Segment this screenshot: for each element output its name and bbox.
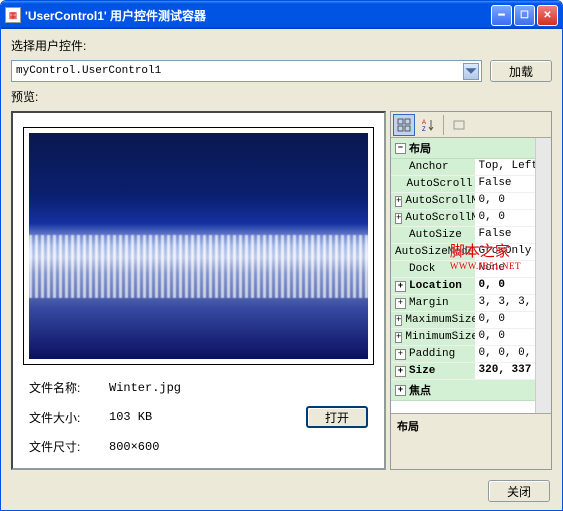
property-row[interactable]: +Size320, 337	[391, 363, 535, 380]
property-name: Dock	[391, 261, 475, 277]
collapse-icon[interactable]: −	[395, 143, 406, 154]
property-name: +MinimumSize	[391, 329, 475, 345]
window-buttons: ━ ☐ ✕	[491, 5, 558, 26]
control-combobox[interactable]: myControl.UserControl1	[11, 60, 482, 82]
category-label: 布局	[409, 140, 431, 156]
image-container	[23, 127, 374, 365]
property-row[interactable]: +Padding0, 0, 0, 0	[391, 346, 535, 363]
expand-icon[interactable]: +	[395, 385, 406, 396]
file-size-value: 103 KB	[109, 410, 306, 424]
minimize-button[interactable]: ━	[491, 5, 512, 26]
file-name-value: Winter.jpg	[109, 381, 306, 395]
property-category[interactable]: +焦点	[391, 380, 535, 401]
property-row[interactable]: AutoScrollFalse	[391, 176, 535, 193]
window-title: 'UserControl1' 用户控件测试容器	[25, 7, 491, 24]
property-row[interactable]: AutoSizeFalse	[391, 227, 535, 244]
file-name-label: 文件名称:	[29, 379, 109, 396]
category-label: 焦点	[409, 382, 431, 398]
load-button[interactable]: 加载	[490, 60, 552, 82]
preview-label: 预览:	[11, 88, 552, 105]
property-value[interactable]: 0, 0	[475, 210, 535, 226]
property-value[interactable]: 0, 0	[475, 278, 535, 294]
file-info-grid: 文件名称: Winter.jpg 文件大小: 103 KB 打开 文件尺寸: 8…	[23, 379, 374, 455]
property-name: Anchor	[391, 159, 475, 175]
property-grid-panel: AZ 脚本之家 WWW.JB51.NET −布局AnchorTop, LeftA…	[390, 111, 552, 470]
expand-icon[interactable]: +	[395, 366, 406, 377]
file-size-label: 文件大小:	[29, 409, 109, 426]
svg-text:A: A	[422, 120, 426, 126]
property-value[interactable]: None	[475, 261, 535, 277]
control-select-row: myControl.UserControl1 加载	[11, 60, 552, 82]
property-value[interactable]: 0, 0	[475, 312, 535, 328]
property-value[interactable]: False	[475, 227, 535, 243]
property-name: +Margin	[391, 295, 475, 311]
toolbar-separator	[443, 115, 444, 135]
alphabetical-button[interactable]: AZ	[417, 114, 439, 136]
property-name: +AutoScrollMinSize	[391, 210, 475, 226]
property-name: +Padding	[391, 346, 475, 362]
property-name: AutoSizeMode	[391, 244, 475, 260]
property-description: 布局	[391, 413, 551, 469]
preview-panel: 文件名称: Winter.jpg 文件大小: 103 KB 打开 文件尺寸: 8…	[11, 111, 386, 470]
categorized-icon	[397, 118, 411, 132]
property-name: AutoSize	[391, 227, 475, 243]
main-window: ▦ 'UserControl1' 用户控件测试容器 ━ ☐ ✕ 选择用户控件: …	[0, 0, 563, 511]
open-button[interactable]: 打开	[306, 406, 368, 428]
vertical-scrollbar[interactable]	[535, 138, 551, 413]
chevron-down-icon	[464, 64, 478, 78]
expand-icon[interactable]: +	[395, 332, 402, 343]
combobox-value: myControl.UserControl1	[16, 65, 463, 77]
titlebar[interactable]: ▦ 'UserControl1' 用户控件测试容器 ━ ☐ ✕	[1, 1, 562, 29]
property-grid[interactable]: 脚本之家 WWW.JB51.NET −布局AnchorTop, LeftAuto…	[391, 138, 535, 413]
combobox-dropdown-button[interactable]	[463, 63, 479, 80]
sort-az-icon: AZ	[421, 118, 435, 132]
expand-icon[interactable]: +	[395, 281, 406, 292]
property-name: AutoScroll	[391, 176, 475, 192]
property-value[interactable]: Top, Left	[475, 159, 535, 175]
maximize-button[interactable]: ☐	[514, 5, 535, 26]
property-row[interactable]: +Location0, 0	[391, 278, 535, 295]
property-value[interactable]: 0, 0	[475, 193, 535, 209]
expand-icon[interactable]: +	[395, 196, 402, 207]
property-row[interactable]: AutoSizeModeGrowOnly	[391, 244, 535, 261]
expand-icon[interactable]: +	[395, 315, 402, 326]
close-button[interactable]: 关闭	[488, 480, 550, 502]
file-dim-value: 800×600	[109, 440, 306, 454]
property-value[interactable]: 320, 337	[475, 363, 535, 379]
svg-text:Z: Z	[422, 127, 426, 132]
property-row[interactable]: +Margin3, 3, 3, 3	[391, 295, 535, 312]
property-value[interactable]: 0, 0	[475, 329, 535, 345]
property-name: +AutoScrollMargin	[391, 193, 475, 209]
bottom-bar: 关闭	[11, 476, 552, 502]
description-title: 布局	[397, 421, 419, 433]
close-window-button[interactable]: ✕	[537, 5, 558, 26]
main-split: 文件名称: Winter.jpg 文件大小: 103 KB 打开 文件尺寸: 8…	[11, 111, 552, 470]
property-name: +Location	[391, 278, 475, 294]
categorized-button[interactable]	[393, 114, 415, 136]
property-row[interactable]: +AutoScrollMinSize0, 0	[391, 210, 535, 227]
property-value[interactable]: 3, 3, 3, 3	[475, 295, 535, 311]
client-area: 选择用户控件: myControl.UserControl1 加载 预览: 文件…	[1, 29, 562, 510]
property-toolbar: AZ	[391, 112, 551, 138]
select-control-label: 选择用户控件:	[11, 37, 552, 54]
app-icon: ▦	[5, 7, 21, 23]
expand-icon[interactable]: +	[395, 213, 402, 224]
file-dim-label: 文件尺寸:	[29, 438, 109, 455]
property-name: +Size	[391, 363, 475, 379]
pages-icon	[452, 118, 466, 132]
preview-image	[29, 133, 368, 359]
property-row[interactable]: AnchorTop, Left	[391, 159, 535, 176]
property-value[interactable]: False	[475, 176, 535, 192]
property-row[interactable]: +MinimumSize0, 0	[391, 329, 535, 346]
expand-icon[interactable]: +	[395, 349, 406, 360]
property-category[interactable]: −布局	[391, 138, 535, 159]
property-value[interactable]: GrowOnly	[475, 244, 535, 260]
property-row[interactable]: DockNone	[391, 261, 535, 278]
property-row[interactable]: +AutoScrollMargin0, 0	[391, 193, 535, 210]
property-name: +MaximumSize	[391, 312, 475, 328]
property-pages-button[interactable]	[448, 114, 470, 136]
property-row[interactable]: +MaximumSize0, 0	[391, 312, 535, 329]
expand-icon[interactable]: +	[395, 298, 406, 309]
property-value[interactable]: 0, 0, 0, 0	[475, 346, 535, 362]
